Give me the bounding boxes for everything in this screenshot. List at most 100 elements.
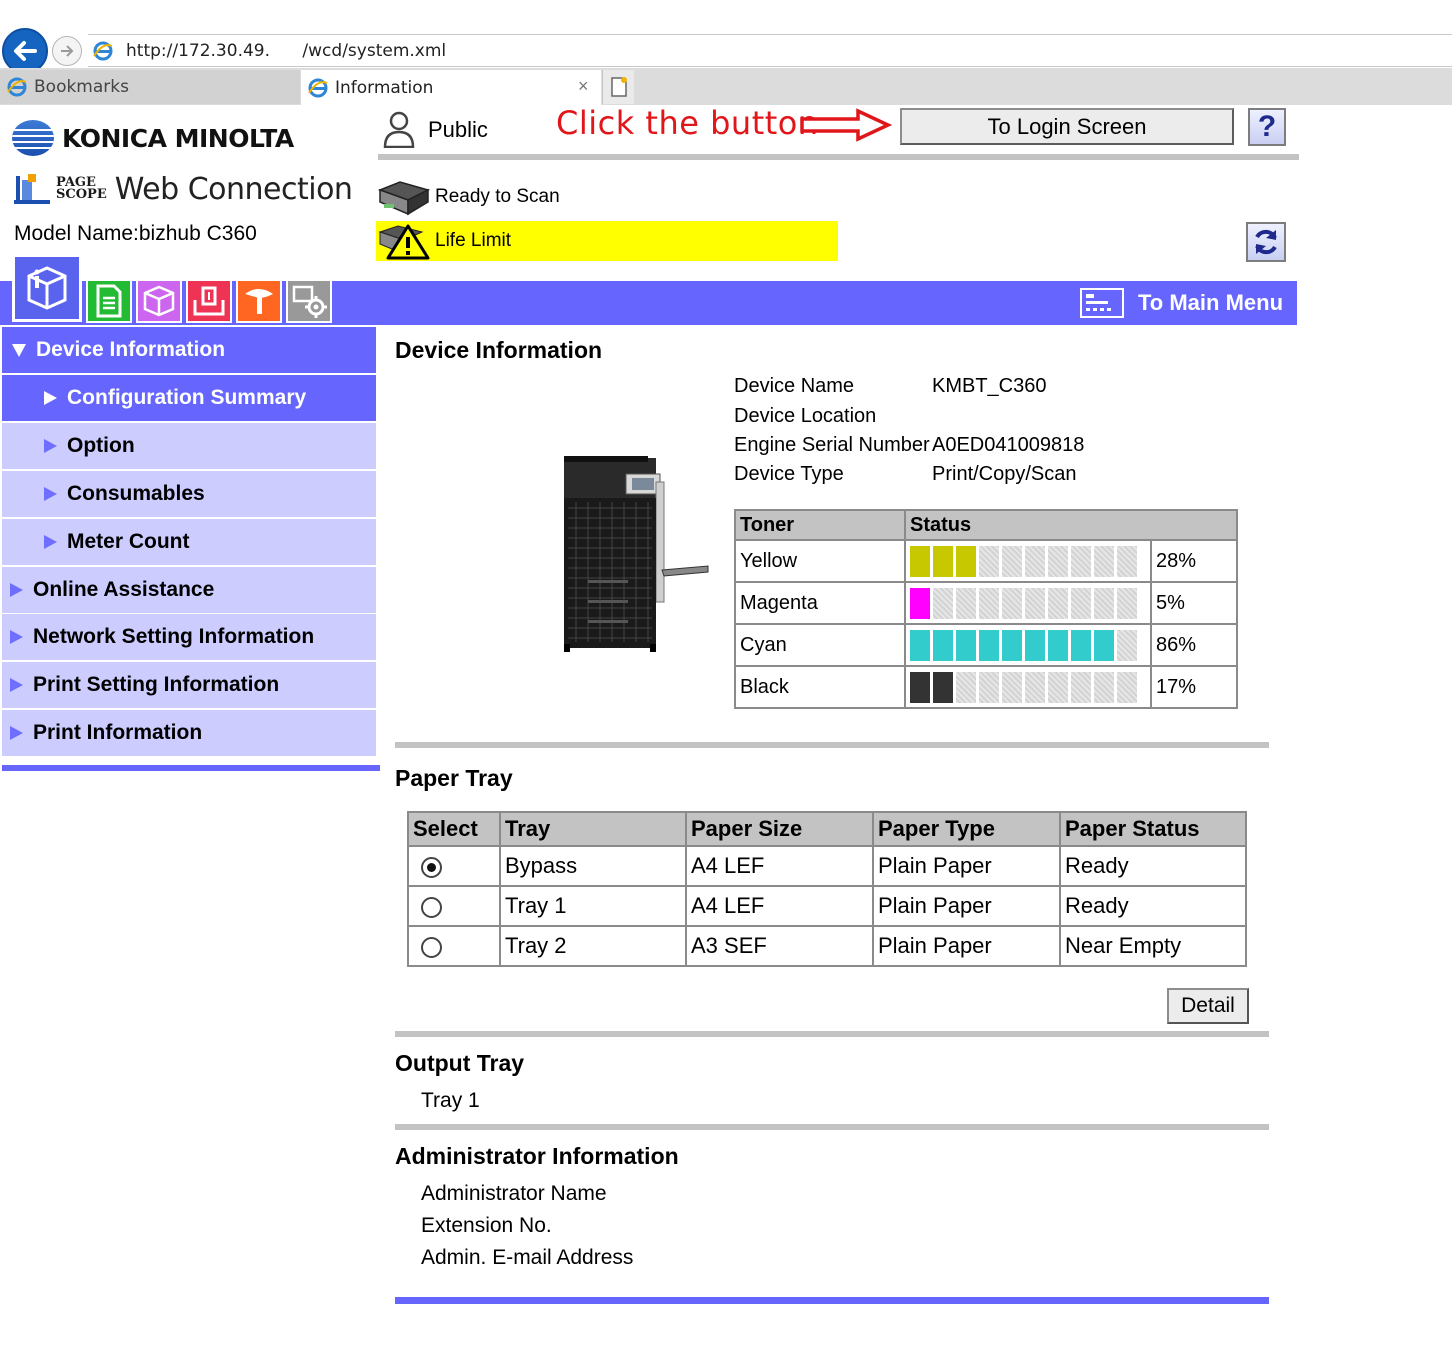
- sidebar-item-option[interactable]: Option: [2, 423, 376, 469]
- col-tray: Tray: [499, 811, 687, 847]
- sidebar-item-meter-count[interactable]: Meter Count: [2, 519, 376, 565]
- main-menu-icon: [1080, 288, 1124, 318]
- sidebar-item-label: Network Setting Information: [33, 625, 315, 648]
- gauge-segment-filled: [1048, 629, 1068, 661]
- job-document-icon: [96, 284, 122, 318]
- gauge-segment-filled: [910, 671, 930, 703]
- paper-size: A3 SEF: [685, 925, 874, 967]
- paper-status: Near Empty: [1059, 925, 1247, 967]
- paper-status: Ready: [1059, 845, 1247, 887]
- tab-information[interactable]: Information: [301, 70, 601, 105]
- main-menu-link[interactable]: To Main Menu: [1080, 288, 1283, 318]
- gauge-segment-empty: [1048, 671, 1068, 703]
- tab-close-icon[interactable]: ×: [578, 76, 589, 97]
- gauge-segment-filled: [1025, 629, 1045, 661]
- tab-information-icon-button[interactable]: [12, 254, 82, 322]
- gauge-segment-filled: [910, 587, 930, 619]
- toner-name: Magenta: [734, 581, 906, 625]
- konica-minolta-logo: KONICA MINOLTA: [12, 120, 294, 156]
- tray-radio-tray2[interactable]: [421, 936, 442, 958]
- help-icon: ?: [1257, 110, 1277, 143]
- gauge-segment-empty: [1094, 587, 1114, 619]
- table-header-row: Toner Status: [734, 509, 1238, 541]
- table-row: Black 17%: [734, 665, 1238, 709]
- user-mode: Public: [428, 117, 488, 142]
- ie-page-icon: [308, 78, 328, 97]
- refresh-button[interactable]: [1246, 222, 1286, 262]
- tab-scan[interactable]: [236, 279, 282, 323]
- tray-radio-tray1[interactable]: [421, 896, 442, 918]
- tab-label: Bookmarks: [34, 77, 129, 97]
- gauge-segment-empty: [1071, 587, 1091, 619]
- tab-settings[interactable]: [286, 279, 332, 323]
- address-bar[interactable]: http://172.30.49. /wcd/system.xml: [88, 34, 1452, 67]
- table-row: Tray 1 A4 LEF Plain Paper Ready: [407, 885, 1247, 927]
- gauge-segment-filled: [910, 545, 930, 577]
- admin-info-title: Administrator Information: [395, 1143, 679, 1169]
- gauge-segment-empty: [956, 671, 976, 703]
- gauge-segment-empty: [1117, 587, 1137, 619]
- help-button[interactable]: ?: [1248, 108, 1286, 146]
- tab-print[interactable]: [186, 279, 232, 323]
- toner-percent: 28%: [1150, 539, 1238, 583]
- scanner-icon: [377, 181, 430, 216]
- sidebar-item-online-assistance[interactable]: Online Assistance: [2, 567, 376, 613]
- gauge-segment-filled: [1002, 629, 1022, 661]
- printer-warning-icon: [378, 224, 430, 260]
- gauge-segment-filled: [910, 629, 930, 661]
- sidebar-item-configuration-summary[interactable]: Configuration Summary: [2, 375, 376, 421]
- toner-name: Black: [734, 665, 906, 709]
- gauge-segment-filled: [956, 629, 976, 661]
- tab-job[interactable]: [86, 279, 132, 323]
- arrow-right-icon: [10, 630, 23, 644]
- forward-button[interactable]: [52, 36, 82, 66]
- device-info-title: Device Information: [395, 337, 603, 363]
- extension-no-label: Extension No.: [421, 1214, 552, 1237]
- tab-box[interactable]: [136, 279, 182, 323]
- tray-radio-bypass[interactable]: [421, 856, 442, 878]
- table-row: Tray 2 A3 SEF Plain Paper Near Empty: [407, 925, 1247, 967]
- gauge-segment-empty: [1117, 629, 1137, 661]
- sidebar-item-print-information[interactable]: Print Information: [2, 710, 376, 756]
- expanded-triangle-icon: [12, 343, 26, 357]
- gauge-segment-empty: [1071, 671, 1091, 703]
- detail-button[interactable]: Detail: [1167, 988, 1249, 1024]
- toner-gauge: [910, 545, 1146, 577]
- tab-bookmarks[interactable]: Bookmarks: [0, 70, 300, 104]
- model-name: Model Name:bizhub C360: [14, 222, 257, 245]
- engine-serial-value: A0ED041009818: [932, 434, 1085, 456]
- gauge-segment-empty: [979, 587, 999, 619]
- login-screen-button[interactable]: To Login Screen: [900, 108, 1234, 145]
- gauge-segment-empty: [1071, 545, 1091, 577]
- arrow-right-icon: [44, 487, 57, 501]
- col-paper-size: Paper Size: [685, 811, 874, 847]
- gauge-segment-filled: [933, 629, 953, 661]
- sidebar-item-label: Option: [67, 434, 135, 457]
- gauge-segment-empty: [1025, 545, 1045, 577]
- ie-page-icon: [93, 41, 113, 60]
- sidebar-item-network-setting[interactable]: Network Setting Information: [2, 614, 376, 660]
- gauge-segment-filled: [1071, 629, 1091, 661]
- sidebar-item-device-information[interactable]: Device Information: [2, 327, 376, 373]
- col-paper-type: Paper Type: [872, 811, 1061, 847]
- store-address-icon: [245, 289, 273, 314]
- printer-image: [564, 456, 709, 652]
- paper-status: Ready: [1059, 885, 1247, 927]
- new-tab-button[interactable]: [602, 70, 634, 104]
- toner-gauge: [910, 671, 1146, 703]
- gauge-segment-empty: [1002, 671, 1022, 703]
- section-divider: [395, 1124, 1269, 1130]
- gauge-segment-empty: [1117, 671, 1137, 703]
- sidebar-item-consumables[interactable]: Consumables: [2, 471, 376, 517]
- sidebar-item-print-setting[interactable]: Print Setting Information: [2, 662, 376, 708]
- gauge-segment-empty: [1094, 545, 1114, 577]
- gauge-segment-filled: [956, 545, 976, 577]
- back-arrow-icon: [14, 41, 37, 61]
- sidebar-item-label: Configuration Summary: [67, 386, 307, 409]
- status-header: Status: [904, 509, 1238, 541]
- table-row: Magenta 5%: [734, 581, 1238, 625]
- gauge-segment-filled: [1094, 629, 1114, 661]
- arrow-right-icon: [44, 439, 57, 453]
- pagescope-small-2: SCOPE: [56, 187, 107, 202]
- sidebar-bottom-rule: [2, 765, 380, 771]
